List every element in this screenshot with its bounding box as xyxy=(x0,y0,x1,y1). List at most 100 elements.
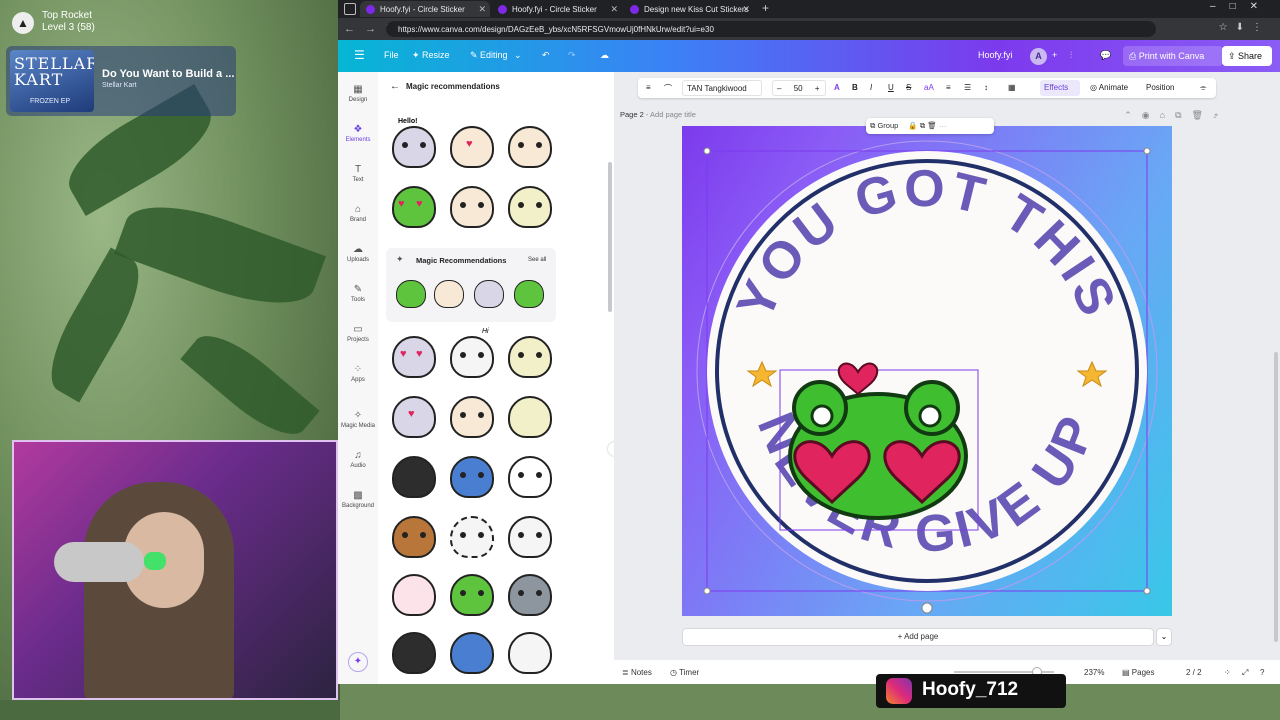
sticker-panda[interactable] xyxy=(504,450,556,502)
paint-format-icon[interactable]: ⌯ xyxy=(1200,83,1206,93)
duplicate-icon[interactable]: ⧉ xyxy=(920,121,925,130)
add-page-title[interactable]: Add page title xyxy=(650,110,696,119)
help-icon[interactable]: ? xyxy=(1260,668,1264,677)
sticker-cat-heart[interactable]: ♥ xyxy=(446,120,498,172)
sticker-hamster[interactable]: Hello! xyxy=(388,118,440,172)
browser-tab[interactable]: Hoofy.fyi - Circle Sticker ✕ xyxy=(492,1,622,17)
rail-item-apps[interactable]: ⁘ Apps xyxy=(338,364,378,383)
sticker-cat-blush[interactable] xyxy=(504,330,556,382)
window-controls[interactable]: –□✕ xyxy=(1210,1,1272,12)
undo-icon[interactable]: ↶ xyxy=(542,50,550,61)
rail-item-elements[interactable]: ❖ Elements xyxy=(338,124,378,143)
underline-icon[interactable]: U xyxy=(888,83,894,92)
sticker-black-blob[interactable] xyxy=(388,450,440,502)
notes-button[interactable]: ≣ Notes xyxy=(622,668,652,677)
page-tools[interactable]: ⌃◉⌂⧉🗑⤴ xyxy=(1124,110,1228,121)
rail-item-magic-media[interactable]: ✧ Magic Media xyxy=(338,410,378,429)
sticker-cat-crying[interactable] xyxy=(504,120,556,172)
close-icon[interactable]: ✕ xyxy=(610,4,618,15)
rail-item-tools[interactable]: ✎ Tools xyxy=(338,284,378,303)
rail-item-audio[interactable]: ♫ Audio xyxy=(338,450,378,469)
rail-item-background[interactable]: ▩ Background xyxy=(338,490,378,509)
sticker-brown-cat[interactable] xyxy=(388,510,440,562)
rec-sticker-cat[interactable] xyxy=(432,276,466,310)
browser-tab[interactable]: Hoofy.fyi - Circle Sticker ✕ xyxy=(360,1,490,17)
rail-item-projects[interactable]: ▭ Projects xyxy=(338,324,378,343)
tab-sidebar-button[interactable] xyxy=(344,3,356,15)
analytics-icon[interactable]: ⫶ xyxy=(1070,50,1072,61)
brand-name[interactable]: Hoofy.fyi xyxy=(978,50,1012,60)
add-collaborator-icon[interactable]: + xyxy=(1052,50,1057,60)
editor-scrollbar[interactable] xyxy=(1274,352,1278,642)
text-color-icon[interactable]: A xyxy=(834,83,840,92)
timer-button[interactable]: ◷ Timer xyxy=(670,668,699,677)
italic-icon[interactable]: I xyxy=(870,83,872,92)
extension-icons[interactable]: ☆⬇⋮ xyxy=(1219,22,1270,33)
rotate-handle[interactable] xyxy=(921,602,933,614)
position-button[interactable]: Position xyxy=(1146,83,1174,92)
sticker-bunny-sleep[interactable] xyxy=(504,390,556,442)
sticker-hamster-hearts[interactable]: ♥ xyxy=(388,390,440,442)
zoom-level[interactable]: 237% xyxy=(1084,668,1104,677)
new-tab-icon[interactable]: + xyxy=(762,1,769,15)
sticker-penguin-hi[interactable]: Hi xyxy=(446,328,498,382)
font-selector[interactable]: TAN Tangkiwood xyxy=(682,80,762,96)
resize-handle[interactable] xyxy=(703,147,711,155)
back-arrow-icon[interactable]: ← xyxy=(390,81,400,92)
group-button[interactable]: Group xyxy=(877,121,898,130)
chevron-down-icon[interactable]: ⌄ xyxy=(514,50,522,61)
resize-button[interactable]: Resize xyxy=(422,50,450,60)
rec-sticker-hamster[interactable] xyxy=(472,276,506,310)
add-page-button[interactable]: + Add page xyxy=(682,628,1154,646)
sticker-hamster-love[interactable]: ♥ ♥ xyxy=(388,330,440,382)
sticker-grey-cat[interactable] xyxy=(504,568,556,620)
sticker-ghost[interactable] xyxy=(504,626,556,678)
sticker-cat-sad[interactable] xyxy=(446,180,498,232)
effects-button[interactable]: Effects xyxy=(1040,80,1080,96)
sticker-frog[interactable] xyxy=(446,568,498,620)
rail-item-brand[interactable]: ⌂ Brand xyxy=(338,204,378,223)
sticker-guinea-pig[interactable] xyxy=(388,568,440,620)
sticker-frog-hearts[interactable]: ♥ ♥ xyxy=(388,180,440,232)
sticker-cat-hug[interactable] xyxy=(446,390,498,442)
rec-sticker-frog[interactable] xyxy=(394,276,428,310)
chevron-down-icon[interactable]: ⌄ xyxy=(1156,628,1172,646)
magic-assistant-icon[interactable]: ✦ xyxy=(348,652,368,672)
delete-icon[interactable]: 🗑 xyxy=(927,121,937,130)
letter-case-icon[interactable]: aA xyxy=(924,83,934,92)
list-icon[interactable]: ☰ xyxy=(964,83,971,92)
file-menu[interactable]: File xyxy=(384,50,399,60)
sticker-blue-girl[interactable] xyxy=(446,450,498,502)
more-icon[interactable]: ⋯ xyxy=(939,121,947,130)
share-button[interactable]: ⇪ Share xyxy=(1222,46,1272,66)
close-icon[interactable]: ✕ xyxy=(742,4,750,15)
font-size-value[interactable]: 50 xyxy=(794,84,803,93)
sticker-blue-girl-2[interactable] xyxy=(446,626,498,678)
transparency-icon[interactable]: ▦ xyxy=(1008,83,1016,92)
resize-handle[interactable] xyxy=(1143,147,1151,155)
design-canvas[interactable]: ⧉ Group 🔒 ⧉ 🗑 ⋯ YOU GOT THIS N R GIVE UP xyxy=(682,118,1172,616)
comment-icon[interactable]: 💬 xyxy=(1100,50,1111,61)
sticker-penguin-selected[interactable] xyxy=(446,510,498,562)
close-icon[interactable]: ✕ xyxy=(478,4,486,15)
sticker-penguin[interactable] xyxy=(504,510,556,562)
pages-button[interactable]: ▤ Pages xyxy=(1122,668,1154,677)
resize-handle[interactable] xyxy=(1143,587,1151,595)
minus-icon[interactable]: – xyxy=(777,84,781,93)
sticker-black-cat[interactable] xyxy=(388,626,440,678)
text-align-icon[interactable]: ≡ xyxy=(946,83,951,92)
spacing-icon[interactable]: ↕ xyxy=(984,83,988,92)
bold-icon[interactable]: B xyxy=(852,83,858,92)
see-all-link[interactable]: See all xyxy=(528,257,546,263)
print-with-canva-button[interactable]: ⎙ Print with Canva xyxy=(1123,46,1223,66)
menu-icon[interactable]: ☰ xyxy=(354,48,365,62)
fullscreen-icon[interactable]: ⤢ xyxy=(1242,668,1248,678)
resize-handle[interactable] xyxy=(703,587,711,595)
rail-item-text[interactable]: T Text xyxy=(338,164,378,183)
grid-view-icon[interactable]: ⁘ xyxy=(1224,668,1231,677)
cloud-save-icon[interactable]: ☁ xyxy=(600,50,609,61)
panel-scrollbar[interactable] xyxy=(608,162,612,312)
sticker-cat-cream[interactable] xyxy=(504,180,556,232)
url-field[interactable]: https://www.canva.com/design/DAGzEeB_ybs… xyxy=(386,21,1156,37)
editing-mode-dropdown[interactable]: Editing xyxy=(480,50,508,60)
